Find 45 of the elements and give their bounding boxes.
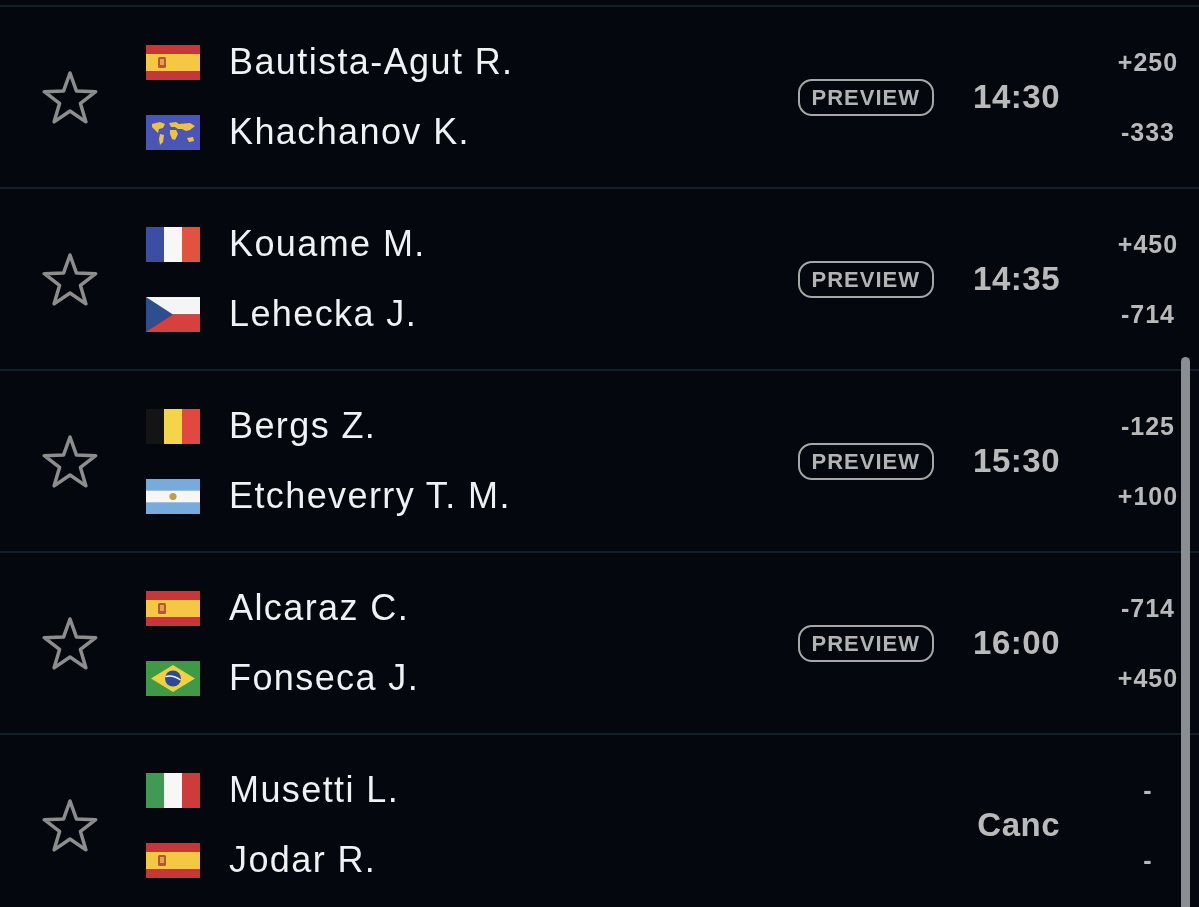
odds-value: -125 (1120, 411, 1175, 441)
player-name: Bautista-Agut R. (229, 41, 514, 83)
belgium-flag-icon (146, 408, 200, 444)
preview-button[interactable]: PREVIEW (797, 260, 934, 298)
player-name: Jodar R. (229, 839, 377, 881)
star-icon[interactable] (42, 70, 98, 124)
player-name: Kouame M. (229, 223, 426, 265)
preview-button[interactable]: PREVIEW (797, 624, 934, 662)
match-time: 14:35 (973, 260, 1060, 298)
argentina-flag-icon (146, 478, 200, 514)
preview-button[interactable]: PREVIEW (797, 442, 934, 480)
france-flag-icon (146, 226, 200, 262)
odds-value: +100 (1117, 481, 1179, 511)
spain-flag-icon (146, 590, 200, 626)
world-map-flag-icon (146, 114, 200, 150)
odds-value: +450 (1117, 229, 1179, 259)
player-name: Fonseca J. (229, 657, 420, 699)
star-icon[interactable] (42, 798, 98, 852)
odds-value: +450 (1117, 663, 1179, 693)
czech-flag-icon (146, 296, 200, 332)
match-time: 16:00 (973, 624, 1060, 662)
match-time: 14:30 (973, 78, 1060, 116)
preview-button[interactable]: PREVIEW (797, 78, 934, 116)
odds-value: +250 (1117, 47, 1179, 77)
odds-value: - (1143, 775, 1153, 805)
player-name: Lehecka J. (229, 293, 418, 335)
odds-value: -714 (1120, 593, 1175, 623)
odds-value: -333 (1120, 117, 1175, 147)
brazil-flag-icon (146, 660, 200, 696)
star-icon[interactable] (42, 434, 98, 488)
player-name: Musetti L. (229, 769, 400, 811)
player-name: Etcheverry T. M. (229, 475, 511, 517)
spain-flag-icon (146, 842, 200, 878)
spain-flag-icon (146, 44, 200, 80)
player-name: Khachanov K. (229, 111, 470, 153)
player-name: Alcaraz C. (229, 587, 410, 629)
match-time: 15:30 (973, 442, 1060, 480)
player-name: Bergs Z. (229, 405, 377, 447)
star-icon[interactable] (42, 616, 98, 670)
scrollbar-thumb[interactable] (1181, 357, 1190, 907)
star-icon[interactable] (42, 252, 98, 306)
match-time: Canc (977, 806, 1060, 844)
italy-flag-icon (146, 772, 200, 808)
odds-value: - (1143, 845, 1153, 875)
odds-value: -714 (1120, 299, 1175, 329)
